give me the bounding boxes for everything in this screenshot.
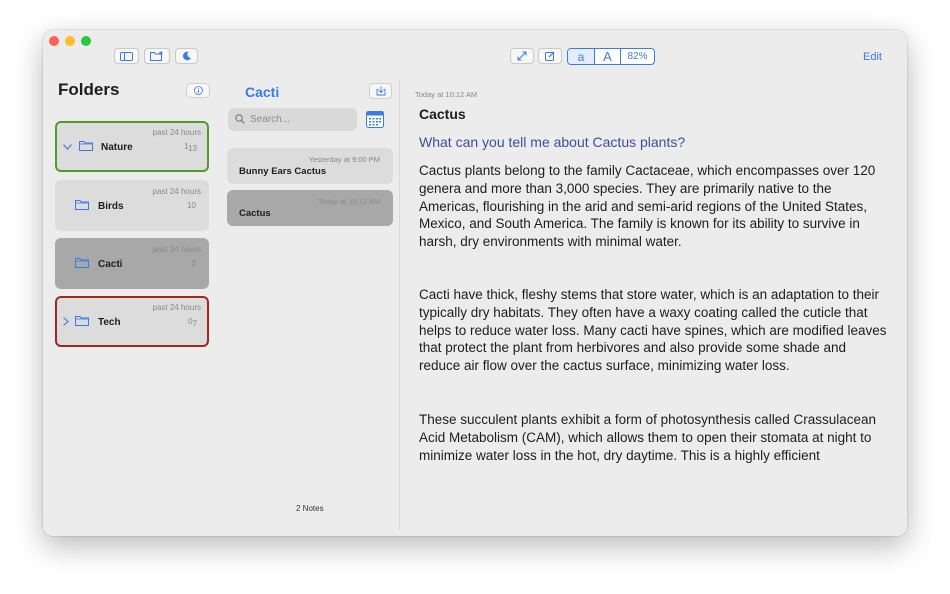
note-date: Today at 10:12 AM [415, 90, 478, 99]
folder-count: 07 [188, 317, 197, 328]
sidebar-title: Folders [58, 80, 120, 99]
import-icon [376, 86, 385, 96]
compose-icon [545, 51, 555, 61]
search-field[interactable] [228, 108, 357, 131]
pane-divider[interactable] [399, 80, 400, 530]
folder-icon [75, 200, 89, 210]
compose-button[interactable] [538, 48, 562, 64]
new-folder-icon [150, 51, 163, 61]
expand-icon [517, 51, 527, 61]
note-paragraph[interactable]: Cactus plants belong to the family Cacta… [419, 162, 891, 251]
edit-button[interactable]: Edit [863, 51, 882, 63]
info-icon [193, 86, 203, 95]
dark-mode-button[interactable] [175, 48, 198, 64]
folder-time: past 24 hours [152, 303, 201, 312]
close-window-button[interactable] [49, 36, 59, 46]
notes-list-title: Cacti [245, 84, 280, 100]
font-size-segmented-control: a A 82% [567, 48, 655, 65]
sidebar-toggle-button[interactable] [114, 48, 139, 64]
notes-count: 2 Notes [296, 504, 324, 513]
note-time: Yesterday at 9:00 PM [308, 155, 380, 164]
zoom-window-button[interactable] [81, 36, 91, 46]
chevron-right-icon[interactable] [63, 317, 69, 326]
folder-name: Cacti [98, 259, 123, 270]
note-heading[interactable]: Cactus [419, 106, 466, 122]
folder-count: 113 [184, 142, 197, 153]
folder-card-tech[interactable]: past 24 hours Tech 07 [55, 296, 209, 347]
note-card-cactus[interactable]: Today at 10:12 AM Cactus [227, 190, 393, 226]
note-card-bunny-ears-cactus[interactable]: Yesterday at 9:00 PM Bunny Ears Cactus [227, 148, 393, 184]
zoom-level[interactable]: 82% [621, 49, 654, 64]
moon-icon [182, 51, 191, 61]
new-folder-button[interactable] [144, 48, 170, 64]
note-time: Today at 10:12 AM [317, 197, 380, 206]
folder-icon [75, 316, 89, 326]
info-button[interactable] [186, 83, 210, 98]
folder-card-birds[interactable]: past 24 hours Birds 10 [55, 180, 209, 231]
note-question[interactable]: What can you tell me about Cactus plants… [419, 134, 685, 150]
note-title: Bunny Ears Cactus [239, 166, 327, 177]
chevron-down-icon[interactable] [63, 144, 72, 150]
folder-name: Nature [101, 142, 133, 153]
font-larger-button[interactable]: A [595, 49, 621, 64]
app-window: a A 82% Edit Folders past 24 hours Natur… [43, 30, 907, 536]
folder-icon [75, 258, 89, 268]
folder-count: 10 [187, 201, 196, 210]
note-title: Cactus [239, 208, 271, 219]
folder-name: Birds [98, 201, 124, 212]
sidebar-toggle-icon [120, 51, 133, 61]
folder-count: 2 [191, 259, 196, 268]
folder-time: past 24 hours [152, 245, 201, 254]
minimize-window-button[interactable] [65, 36, 75, 46]
folder-time: past 24 hours [152, 187, 201, 196]
folder-icon [79, 141, 93, 151]
search-input[interactable] [250, 111, 350, 127]
note-paragraph[interactable]: Cacti have thick, fleshy stems that stor… [419, 286, 891, 375]
search-icon [235, 114, 245, 124]
folder-card-cacti[interactable]: past 24 hours Cacti 2 [55, 238, 209, 289]
import-button[interactable] [369, 83, 392, 99]
folder-time: past 24 hours [152, 128, 201, 137]
expand-button[interactable] [510, 48, 534, 64]
calendar-icon[interactable] [366, 111, 384, 128]
note-paragraph[interactable]: These succulent plants exhibit a form of… [419, 411, 891, 464]
font-smaller-button[interactable]: a [568, 49, 595, 64]
folder-name: Tech [98, 317, 121, 328]
folder-card-nature[interactable]: past 24 hours Nature 113 [55, 121, 209, 172]
